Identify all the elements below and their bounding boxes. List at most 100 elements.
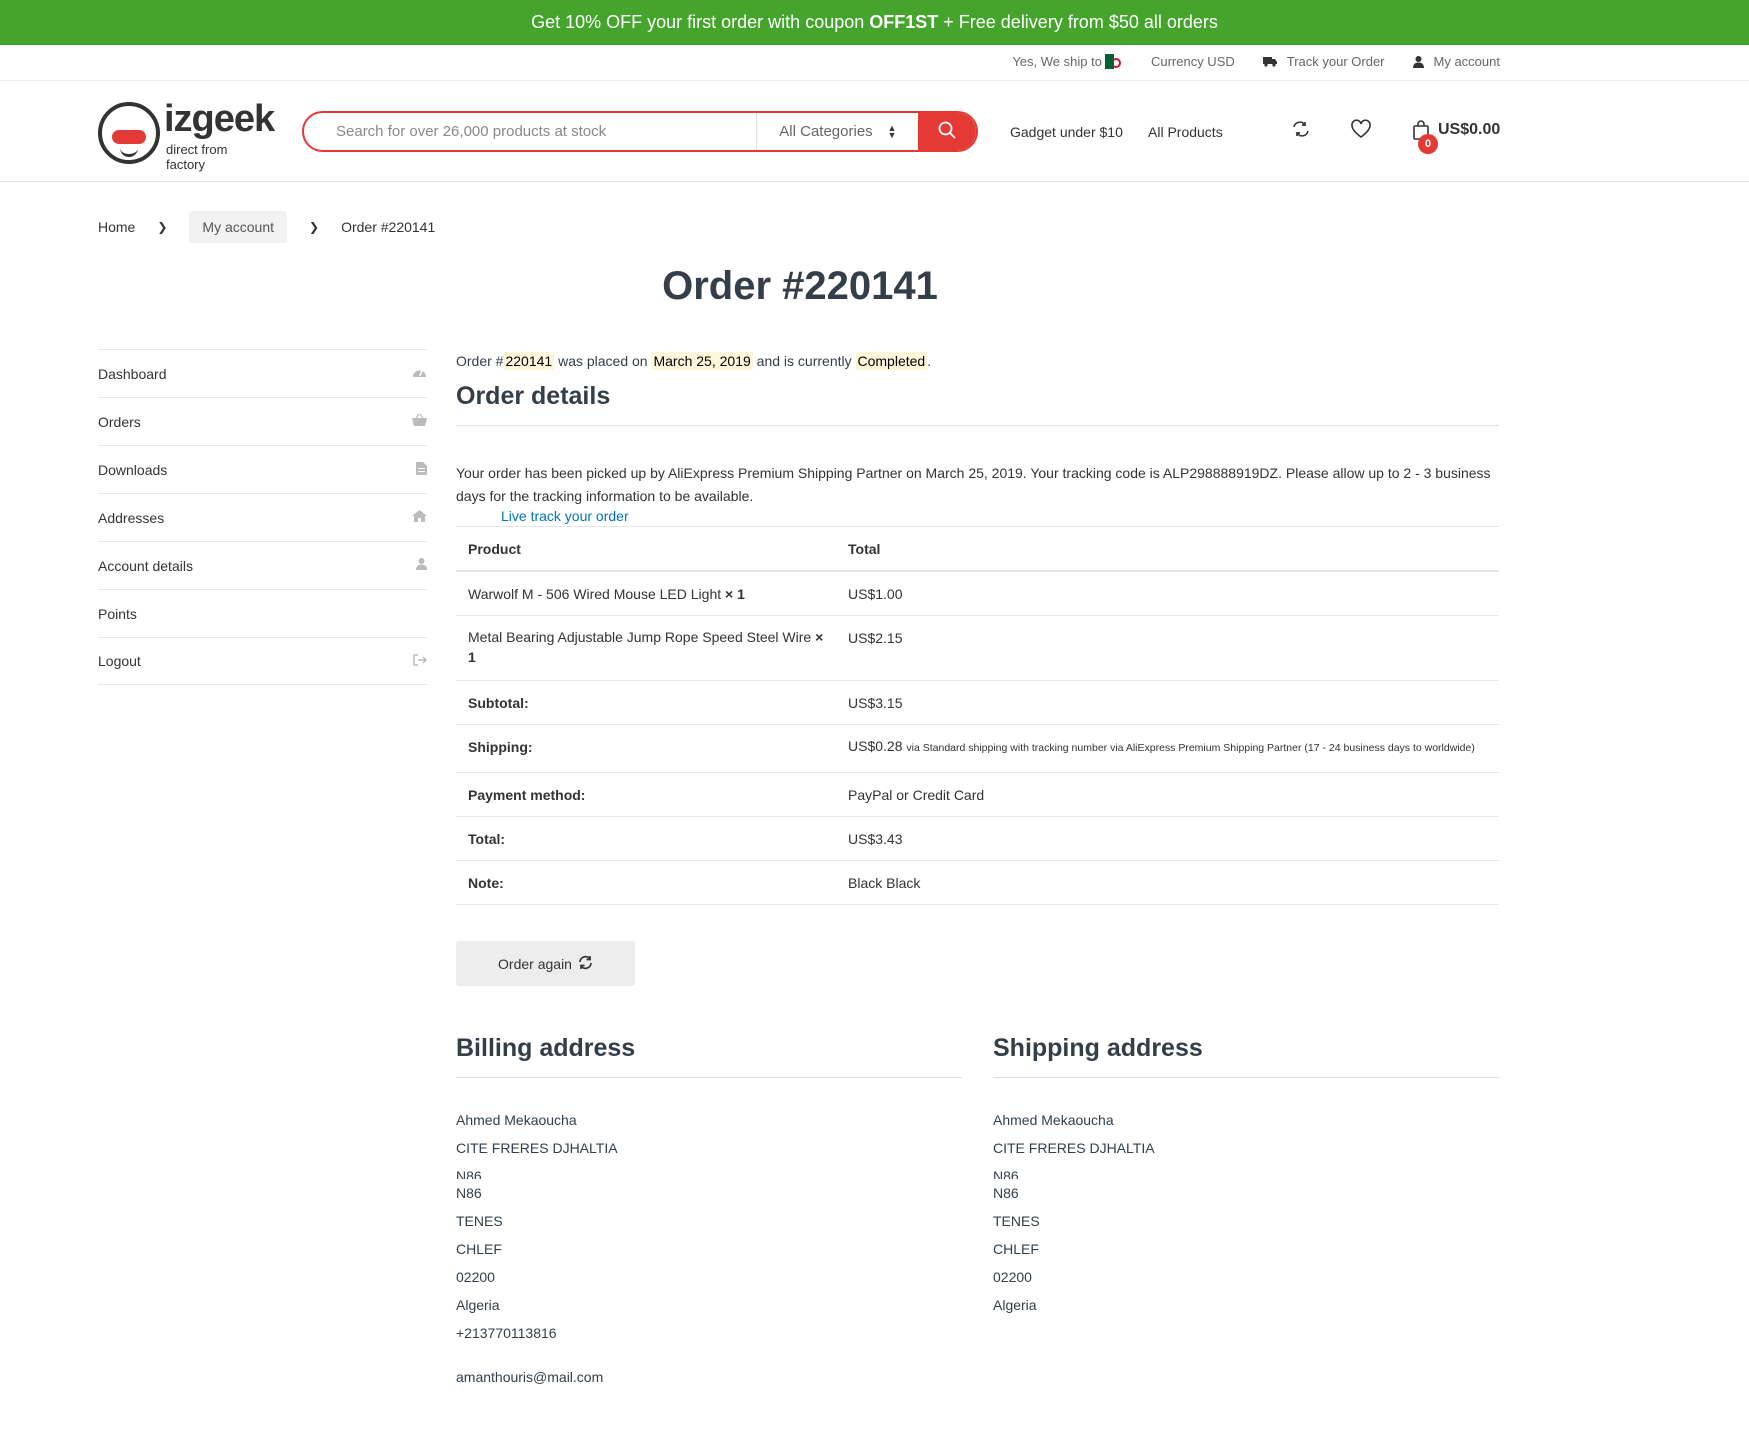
sidebar-item-downloads[interactable]: Downloads [98,445,427,493]
file-icon [416,461,427,478]
monkey-logo-icon [98,102,160,164]
product-cell: Metal Bearing Adjustable Jump Rope Speed… [456,615,836,681]
page-title: Order #220141 [662,264,938,308]
sidebar-item-addresses[interactable]: Addresses [98,493,427,541]
logo-wordmark: izgeek [164,98,275,141]
billing-name: Ahmed Mekaoucha [456,1112,577,1128]
live-track-link[interactable]: Live track your order [501,508,629,524]
promo-text-before: Get 10% OFF your first order with coupon [531,12,870,32]
user-icon [1412,55,1424,68]
shipping-unit-clipped: N86 [993,1168,1019,1179]
subtotal-value: US$3.15 [836,680,1499,725]
sidebar-item-dashboard[interactable]: Dashboard [98,349,427,397]
refresh-icon [578,955,593,973]
promo-banner: Get 10% OFF your first order with coupon… [0,0,1749,45]
product-cell: Warwolf M - 506 Wired Mouse LED Light × … [456,571,836,616]
cart-count-badge: 0 [1418,134,1438,154]
table-row: Shipping: US$0.28 via Standard shipping … [456,724,1499,773]
promo-coupon: OFF1ST [869,12,939,32]
chevron-right-icon: ❯ [157,220,168,234]
shipping-country: Algeria [993,1297,1037,1313]
breadcrumb-home[interactable]: Home [98,219,135,235]
billing-address-heading: Billing address [456,1034,962,1078]
sidebar-item-label: Points [98,605,137,622]
addresses-section: Billing address Ahmed Mekaoucha CITE FRE… [456,1034,1499,1394]
my-account-label: My account [1433,54,1500,69]
site-logo[interactable]: izgeek direct from factory [98,98,275,172]
account-sidebar: Dashboard Orders Downloads Addresses Acc… [98,349,428,685]
column-header-product: Product [456,526,836,572]
compare-icon[interactable] [1291,119,1311,142]
track-order-link[interactable]: Track your Order [1262,54,1385,69]
billing-address: Billing address Ahmed Mekaoucha CITE FRE… [456,1034,962,1391]
truck-icon [1262,56,1277,67]
currency-selector[interactable]: Currency USD [1151,54,1235,69]
wishlist-heart-icon[interactable] [1350,119,1372,142]
logo-word-text: izgeek [164,98,275,140]
product-quantity: × 1 [725,586,745,602]
billing-unit: N86 [456,1185,482,1201]
basket-icon [412,413,427,429]
order-status: Completed [855,352,928,370]
payment-method-value: PayPal or Credit Card [836,772,1499,817]
total-value: US$3.43 [836,816,1499,861]
shipping-note: via Standard shipping with tracking numb… [906,742,1475,754]
shipping-city: TENES [993,1213,1040,1229]
logout-icon [413,653,428,669]
search-icon [938,121,956,142]
order-again-button[interactable]: Order again [456,941,635,986]
table-row: Total: US$3.43 [456,816,1499,861]
cart-total[interactable]: US$0.00 [1438,121,1500,139]
nav-gadget-under-10[interactable]: Gadget under $10 [1010,124,1123,140]
sidebar-item-logout[interactable]: Logout [98,637,428,685]
table-row: Warwolf M - 506 Wired Mouse LED Light × … [456,571,1499,616]
order-details-table: Product Total Warwolf M - 506 Wired Mous… [456,526,1499,905]
table-row: Payment method: PayPal or Credit Card [456,772,1499,817]
shipping-street: CITE FRERES DJHALTIA [993,1140,1155,1156]
note-label: Note: [456,860,836,905]
sidebar-item-label: Downloads [98,461,168,478]
my-account-link[interactable]: My account [1412,54,1500,69]
shipping-zip: 02200 [993,1269,1032,1285]
total-label: Total: [456,816,836,861]
category-select[interactable]: All Categories ▲ ▼ [756,113,918,150]
notice-text: was placed on [554,353,652,369]
payment-method-label: Payment method: [456,772,836,817]
column-header-total: Total [836,526,1499,572]
product-link[interactable]: Warwolf M - 506 Wired Mouse LED Light [468,586,721,602]
table-row: Note: Black Black [456,860,1499,905]
notice-text: Order # [456,353,504,369]
sidebar-item-label: Logout [98,653,141,669]
billing-phone: +213770113816 [456,1325,557,1341]
shipping-state: CHLEF [993,1241,1039,1257]
sidebar-item-account-details[interactable]: Account details [98,541,427,589]
nav-all-products[interactable]: All Products [1148,124,1223,140]
shipping-value: US$0.28 [848,738,903,754]
order-again-label: Order again [498,955,572,972]
shipping-address: Shipping address Ahmed Mekaoucha CITE FR… [993,1034,1499,1319]
billing-state: CHLEF [456,1241,502,1257]
product-link[interactable]: Metal Bearing Adjustable Jump Rope Speed… [468,629,811,645]
notice-text: . [927,353,932,369]
chevron-right-icon: ❯ [309,220,320,234]
sidebar-item-label: Dashboard [98,365,167,382]
top-bar: Yes, We ship to Currency USD Track your … [0,45,1749,81]
billing-city: TENES [456,1213,503,1229]
order-number: 220141 [503,352,555,370]
sidebar-item-points[interactable]: Points [98,589,427,637]
order-date: March 25, 2019 [651,352,753,370]
breadcrumb-my-account[interactable]: My account [189,211,288,243]
order-details-heading: Order details [456,382,1499,426]
user-icon [416,558,427,573]
search-button[interactable] [918,113,976,150]
track-order-label: Track your Order [1286,54,1385,69]
sidebar-item-orders[interactable]: Orders [98,397,427,445]
sidebar-item-label: Account details [98,557,193,574]
select-arrows-icon: ▲ ▼ [887,122,897,140]
algeria-flag-icon [1104,54,1123,69]
ship-to: Yes, We ship to [1012,54,1123,69]
shipping-cell: US$0.28 via Standard shipping with track… [836,724,1499,773]
search-input[interactable] [304,113,757,150]
table-row: Metal Bearing Adjustable Jump Rope Speed… [456,615,1499,681]
subtotal-label: Subtotal: [456,680,836,725]
